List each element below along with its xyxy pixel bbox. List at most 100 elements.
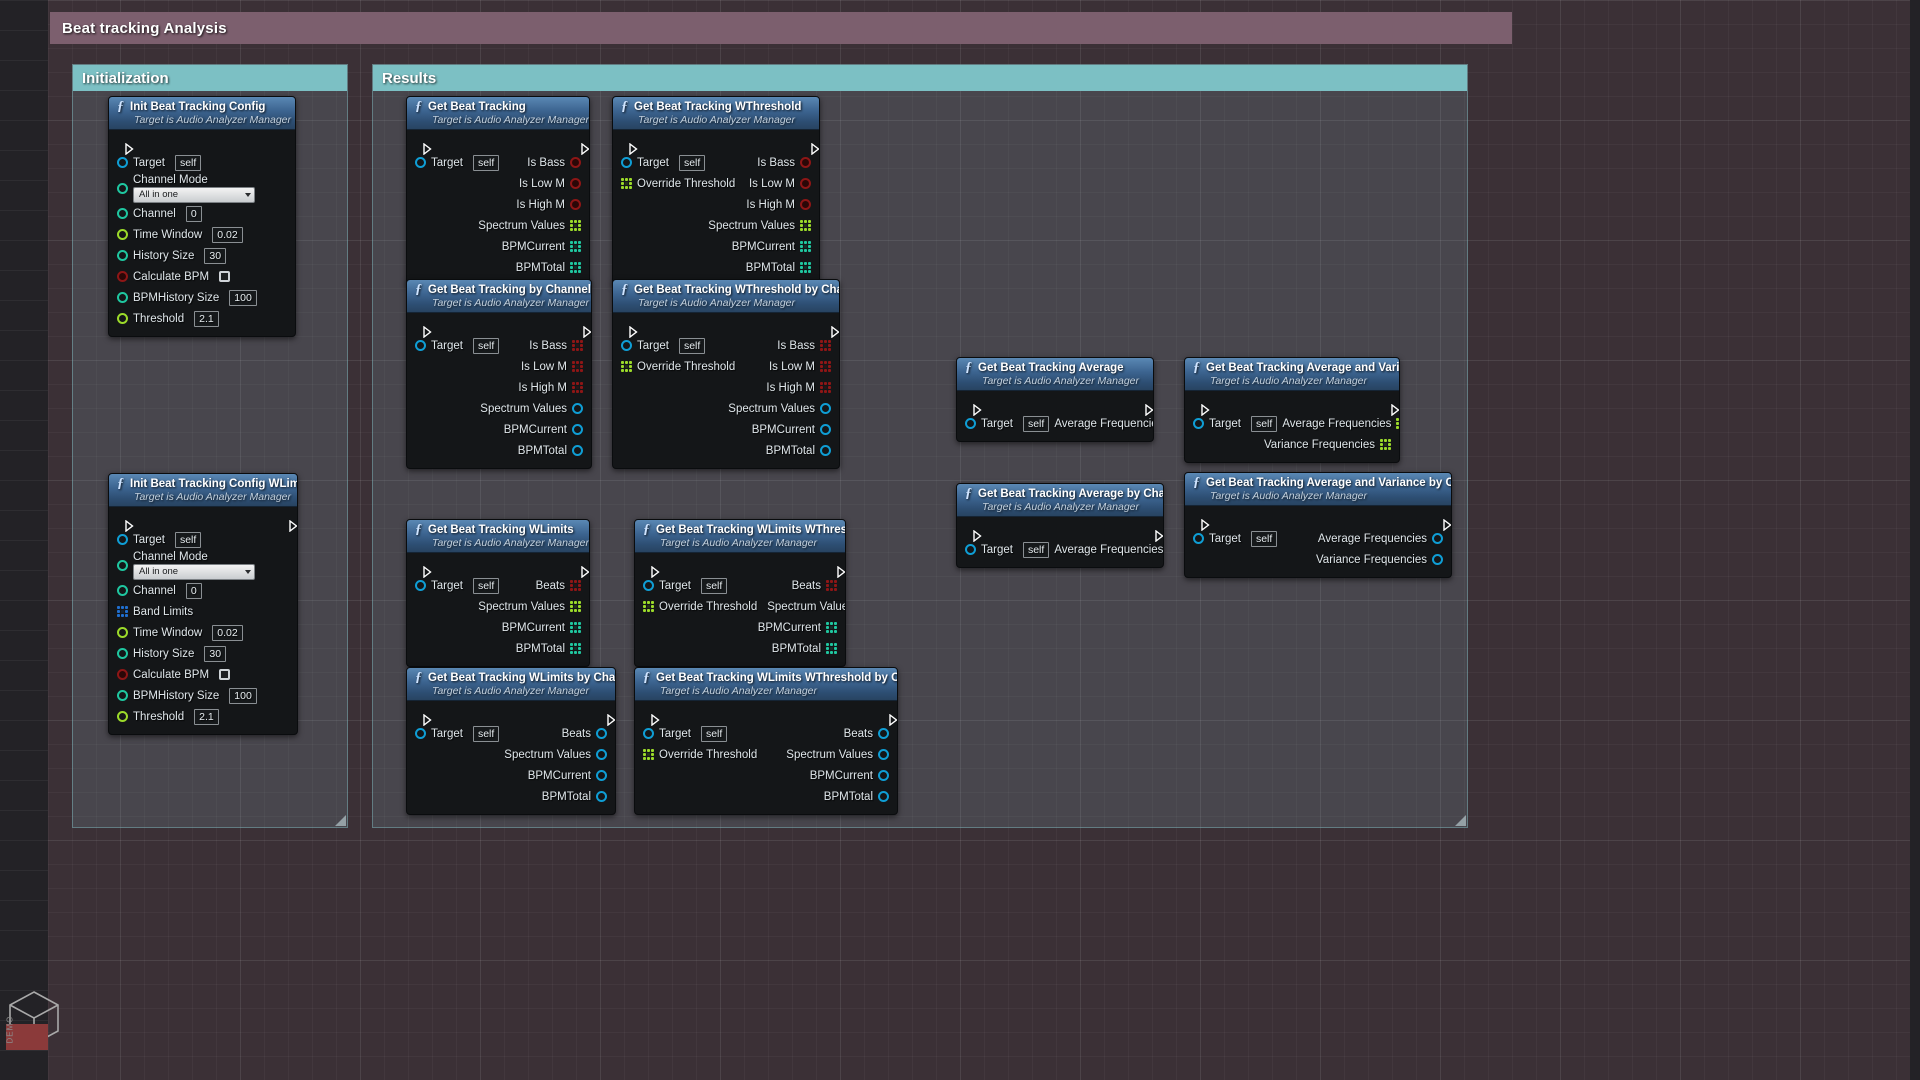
node-get-beat-tracking-wlimits[interactable]: ƒ Get Beat Tracking WLimits Target is Au… [406,519,590,667]
blueprint-canvas[interactable]: Beat tracking Analysis Initialization Re… [0,0,1920,1080]
enum-pin-icon[interactable] [117,182,128,194]
node-header[interactable]: ƒ Get Beat Tracking by Channel Target is… [407,280,591,313]
exec-out-pin-icon[interactable] [1147,525,1163,542]
object-pin-icon[interactable] [596,749,607,760]
target-value-field[interactable]: self [1022,541,1050,558]
object-pin-icon[interactable] [596,791,607,802]
bool-pin-icon[interactable] [117,669,128,680]
exec-in-pin-icon[interactable] [965,525,982,542]
target-value-field[interactable]: self [472,154,500,171]
channel-mode-dropdown[interactable]: All in one [133,186,255,203]
bpm-history-size-value-field[interactable]: 100 [229,687,257,704]
exec-in-pin-icon[interactable] [415,321,432,338]
node-get-beat-tracking-wlimits-wthreshold[interactable]: ƒ Get Beat Tracking WLimits WThreshold T… [634,519,846,667]
bool-pin-icon[interactable] [570,178,581,189]
object-pin-icon[interactable] [621,340,632,351]
struct-array-pin-icon[interactable] [117,606,128,617]
node-init-beat-tracking-config-wlimits[interactable]: ƒ Init Beat Tracking Config WLimits Targ… [108,473,298,735]
float-pin-icon[interactable] [117,627,128,638]
int-array-pin-icon[interactable] [800,262,811,273]
int-array-pin-icon[interactable] [826,622,837,633]
exec-in-pin-icon[interactable] [643,709,660,726]
float-array-pin-icon[interactable] [570,220,581,231]
object-pin-icon[interactable] [621,157,632,168]
exec-in-pin-icon[interactable] [415,561,432,578]
object-pin-icon[interactable] [572,445,583,456]
float-array-pin-icon[interactable] [621,361,632,372]
float-array-pin-icon[interactable] [800,220,811,231]
int-pin-icon[interactable] [117,585,128,596]
node-get-beat-tracking-wthreshold[interactable]: ƒ Get Beat Tracking WThreshold Target is… [612,96,820,286]
object-pin-icon[interactable] [643,580,654,591]
exec-out-pin-icon[interactable] [1435,514,1451,531]
object-pin-icon[interactable] [572,424,583,435]
exec-in-pin-icon[interactable] [643,561,660,578]
node-get-beat-tracking-average-by-channel[interactable]: ƒ Get Beat Tracking Average by Channel T… [956,483,1164,568]
node-get-beat-tracking-by-channel[interactable]: ƒ Get Beat Tracking by Channel Target is… [406,279,592,469]
object-pin-icon[interactable] [820,424,831,435]
exec-out-pin-icon[interactable] [829,561,845,578]
channel-value-field[interactable]: 0 [185,582,202,599]
float-array-pin-icon[interactable] [643,749,654,760]
node-header[interactable]: ƒ Get Beat Tracking WThreshold Target is… [613,97,819,130]
bool-array-pin-icon[interactable] [820,340,831,351]
float-pin-icon[interactable] [117,229,128,240]
time-window-value-field[interactable]: 0.02 [212,624,243,641]
target-value-field[interactable]: self [174,154,202,171]
exec-out-pin-icon[interactable] [573,138,589,155]
target-value-field[interactable]: self [1250,415,1278,432]
history-size-value-field[interactable]: 30 [204,247,227,264]
target-value-field[interactable]: self [1250,530,1278,547]
node-header[interactable]: ƒ Get Beat Tracking Average and Variance… [1185,473,1451,506]
comment-resize-handle[interactable] [335,815,346,826]
object-pin-icon[interactable] [820,445,831,456]
object-pin-icon[interactable] [415,157,426,168]
object-pin-icon[interactable] [878,749,889,760]
bool-pin-icon[interactable] [570,157,581,168]
exec-out-pin-icon[interactable] [881,709,897,726]
int-pin-icon[interactable] [117,208,128,219]
node-get-beat-tracking-wthreshold-by-channel[interactable]: ƒ Get Beat Tracking WThreshold by Channe… [612,279,840,469]
bool-pin-icon[interactable] [117,271,128,282]
exec-in-pin-icon[interactable] [415,138,432,155]
object-pin-icon[interactable] [878,791,889,802]
object-pin-icon[interactable] [596,770,607,781]
node-init-beat-tracking-config[interactable]: ƒ Init Beat Tracking Config Target is Au… [108,96,296,337]
node-header[interactable]: ƒ Init Beat Tracking Config Target is Au… [109,97,295,130]
object-pin-icon[interactable] [117,534,128,545]
node-header[interactable]: ƒ Get Beat Tracking Average by Channel T… [957,484,1163,517]
int-pin-icon[interactable] [117,292,128,303]
exec-out-pin-icon[interactable] [823,321,839,338]
object-pin-icon[interactable] [1193,418,1204,429]
exec-in-pin-icon[interactable] [415,709,432,726]
int-pin-icon[interactable] [117,250,128,261]
target-value-field[interactable]: self [174,531,202,548]
node-header[interactable]: ƒ Get Beat Tracking WThreshold by Channe… [613,280,839,313]
object-pin-icon[interactable] [820,403,831,414]
int-array-pin-icon[interactable] [570,643,581,654]
object-pin-icon[interactable] [596,728,607,739]
target-value-field[interactable]: self [1022,415,1050,432]
exec-in-pin-icon[interactable] [1193,514,1210,531]
bool-array-pin-icon[interactable] [820,361,831,372]
object-pin-icon[interactable] [415,340,426,351]
exec-out-pin-icon[interactable] [599,709,615,726]
target-value-field[interactable]: self [700,725,728,742]
exec-in-pin-icon[interactable] [117,138,134,155]
bool-pin-icon[interactable] [800,199,811,210]
exec-in-pin-icon[interactable] [1193,399,1210,416]
threshold-value-field[interactable]: 2.1 [194,310,219,327]
node-header[interactable]: ƒ Get Beat Tracking WLimits by Channel T… [407,668,615,701]
exec-in-pin-icon[interactable] [965,399,982,416]
bool-array-pin-icon[interactable] [826,580,837,591]
exec-in-pin-icon[interactable] [621,138,638,155]
object-pin-icon[interactable] [965,544,976,555]
bpm-history-size-value-field[interactable]: 100 [229,289,257,306]
float-array-pin-icon[interactable] [570,601,581,612]
comment-header[interactable]: Initialization [73,65,347,91]
node-get-beat-tracking-wlimits-wthreshold-by-channel[interactable]: ƒ Get Beat Tracking WLimits WThreshold b… [634,667,898,815]
node-header[interactable]: ƒ Get Beat Tracking Average Target is Au… [957,358,1153,391]
channel-mode-dropdown[interactable]: All in one [133,563,255,580]
node-get-beat-tracking-wlimits-by-channel[interactable]: ƒ Get Beat Tracking WLimits by Channel T… [406,667,616,815]
int-pin-icon[interactable] [117,690,128,701]
